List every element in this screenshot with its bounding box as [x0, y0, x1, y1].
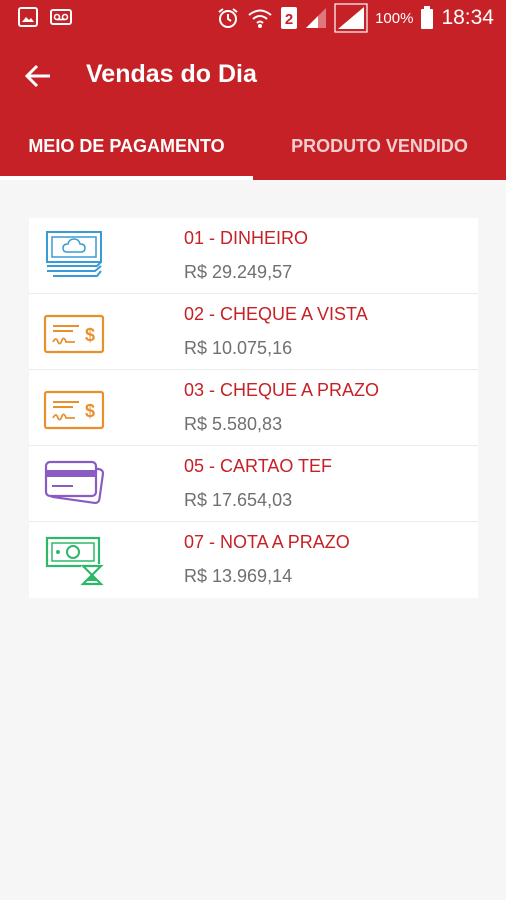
clock: 18:34 [441, 6, 494, 29]
check-icon: $ [43, 390, 105, 430]
payment-value: R$ 13.969,14 [184, 566, 293, 586]
wifi-icon [248, 9, 272, 28]
svg-text:2: 2 [285, 11, 293, 28]
voicemail-icon [50, 9, 72, 25]
battery-percentage: 100% [375, 9, 414, 27]
app-bar: 2 100% 18:34 Vendas do Dia MEIO DE PAGAM… [0, 0, 506, 180]
payment-name: 07 - NOTA A PRAZO [184, 532, 350, 552]
payment-value: R$ 5.580,83 [184, 414, 283, 434]
signal-strong-icon [334, 3, 368, 33]
page-title: Vendas do Dia [86, 60, 257, 88]
payment-name: 05 - CARTAO TEF [184, 456, 333, 476]
payment-list: 01 - DINHEIRO R$ 29.249,57 $ 02 - CHEQUE… [29, 218, 478, 598]
payment-value: R$ 10.075,16 [184, 338, 293, 358]
list-item[interactable]: 05 - CARTAO TEF R$ 17.654,03 [29, 446, 478, 522]
payment-value: R$ 29.249,57 [184, 262, 293, 282]
battery-icon [421, 6, 434, 29]
back-button[interactable] [18, 56, 58, 96]
list-item[interactable]: 01 - DINHEIRO R$ 29.249,57 [29, 218, 478, 294]
svg-text:$: $ [85, 325, 95, 345]
toolbar: Vendas do Dia [0, 36, 506, 112]
payment-value: R$ 17.654,03 [184, 490, 293, 510]
payment-name: 03 - CHEQUE A PRAZO [184, 380, 380, 400]
arrow-back-icon [25, 64, 50, 88]
payment-name: 01 - DINHEIRO [184, 228, 309, 248]
list-item[interactable]: 07 - NOTA A PRAZO R$ 13.969,14 [29, 522, 478, 598]
sim-2-icon: 2 [281, 7, 298, 29]
payment-name: 02 - CHEQUE A VISTA [184, 304, 368, 324]
cash-icon [46, 231, 102, 277]
tab-produto-vendido[interactable]: PRODUTO VENDIDO [253, 112, 506, 180]
status-bar: 2 100% 18:34 [0, 0, 506, 36]
svg-text:$: $ [85, 401, 95, 421]
tab-meio-de-pagamento[interactable]: MEIO DE PAGAMENTO [0, 112, 253, 180]
deferred-bill-icon [45, 536, 104, 586]
gallery-icon [18, 7, 38, 27]
credit-card-icon [44, 460, 105, 505]
list-item[interactable]: $ 03 - CHEQUE A PRAZO R$ 5.580,83 [29, 370, 478, 446]
check-icon: $ [43, 314, 105, 354]
tab-bar: MEIO DE PAGAMENTO PRODUTO VENDIDO [0, 112, 506, 180]
list-item[interactable]: $ 02 - CHEQUE A VISTA R$ 10.075,16 [29, 294, 478, 370]
alarm-icon [218, 8, 238, 28]
signal-icon [306, 8, 327, 28]
